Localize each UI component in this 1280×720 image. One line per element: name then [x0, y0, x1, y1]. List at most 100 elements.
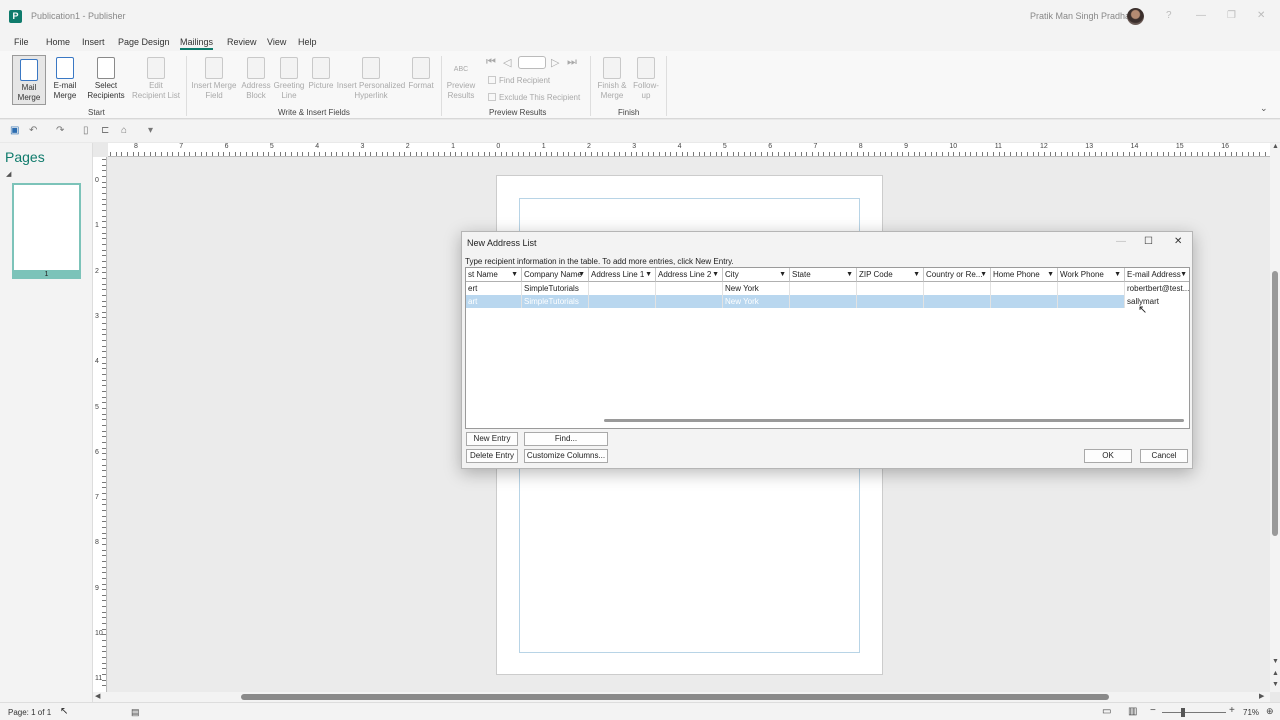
table-cell[interactable] — [857, 295, 924, 308]
select-recipients-button[interactable]: Select Recipients — [84, 57, 128, 101]
address-block-button[interactable]: Address Block — [240, 57, 272, 101]
dropdown-icon[interactable]: ▼ — [1180, 268, 1187, 281]
exclude-recipient-button[interactable]: Exclude This Recipient — [488, 93, 580, 102]
user-name[interactable]: Pratik Man Singh Pradhan — [1030, 11, 1135, 21]
table-cell[interactable] — [656, 295, 723, 308]
table-cell[interactable] — [924, 282, 991, 295]
table-cell[interactable]: New York — [723, 295, 790, 308]
find-recipient-button[interactable]: Find Recipient — [488, 76, 550, 85]
greeting-line-button[interactable]: Greeting Line — [273, 57, 305, 101]
picture-button[interactable]: Picture — [306, 57, 336, 91]
object-position-icon[interactable]: ▤ — [131, 707, 140, 718]
table-cell[interactable] — [991, 282, 1058, 295]
avatar[interactable] — [1127, 8, 1144, 25]
table-cell[interactable] — [589, 295, 656, 308]
mail-merge-button[interactable]: Mail Merge — [12, 55, 46, 105]
collapse-ribbon-icon[interactable]: ⌄ — [1260, 103, 1268, 114]
page-thumbnail[interactable] — [12, 183, 81, 279]
zoom-out-icon[interactable]: − — [1150, 705, 1156, 716]
table-cell[interactable] — [991, 295, 1058, 308]
fit-page-icon[interactable]: ⊕ — [1266, 706, 1274, 717]
table-cell[interactable] — [857, 282, 924, 295]
email-merge-button[interactable]: E-mail Merge — [49, 57, 81, 101]
scroll-right-icon[interactable]: ▶ — [1259, 692, 1264, 700]
dropdown-icon[interactable]: ▼ — [846, 268, 853, 281]
dropdown-icon[interactable]: ▼ — [712, 268, 719, 281]
address-table[interactable]: st Name ▼ Company Name ▼ Address Line 1 ▼ A… — [465, 267, 1190, 429]
table-horizontal-scrollbar[interactable] — [604, 419, 1184, 422]
tab-home[interactable]: Home — [46, 37, 70, 47]
column-header-zip-code[interactable]: ZIP Code ▼ — [857, 268, 924, 282]
tab-review[interactable]: Review — [227, 37, 257, 47]
zoom-level[interactable]: 71% — [1243, 708, 1259, 717]
customize-columns-button[interactable]: Customize Columns... — [524, 449, 608, 463]
vertical-scroll-thumb[interactable] — [1272, 271, 1278, 536]
last-record-icon[interactable]: ⏭ — [567, 56, 577, 69]
next-record-icon[interactable]: ▷ — [551, 56, 559, 69]
next-page-icon[interactable]: ▼ — [1272, 681, 1279, 688]
scroll-up-icon[interactable]: ▲ — [1272, 143, 1279, 150]
table-cell[interactable]: art — [466, 295, 522, 308]
minimize-button[interactable]: — — [1196, 10, 1206, 21]
find-button[interactable]: Find... — [524, 432, 608, 446]
table-cell[interactable] — [1058, 282, 1125, 295]
close-button[interactable]: ✕ — [1257, 10, 1265, 21]
zoom-slider-knob[interactable] — [1181, 708, 1185, 717]
new-file-icon[interactable]: ▯ — [83, 125, 89, 136]
help-icon[interactable]: ? — [1166, 10, 1172, 21]
cancel-button[interactable]: Cancel — [1140, 449, 1188, 463]
dropdown-icon[interactable]: ▼ — [913, 268, 920, 281]
delete-entry-button[interactable]: Delete Entry — [466, 449, 518, 463]
table-cell[interactable]: New York — [723, 282, 790, 295]
column-header-email-address[interactable]: E-mail Address ▼ — [1125, 268, 1189, 282]
first-record-icon[interactable]: ⏮ — [486, 56, 496, 69]
two-page-view-icon[interactable]: ▥ — [1128, 706, 1137, 717]
column-header-address-line-1[interactable]: Address Line 1 ▼ — [589, 268, 656, 282]
collapse-pane-icon[interactable]: ◢ — [6, 170, 11, 178]
column-header-state[interactable]: State ▼ — [790, 268, 857, 282]
horizontal-scroll-thumb[interactable] — [241, 694, 1109, 700]
insert-merge-field-button[interactable]: Insert Merge Field — [190, 57, 238, 101]
table-cell[interactable]: ert — [466, 282, 522, 295]
table-cell[interactable] — [1058, 295, 1125, 308]
vertical-ruler[interactable]: 0 1 2 3 4 5 6 7 8 9 10 11 — [93, 157, 107, 692]
dialog-minimize-button[interactable]: — — [1116, 236, 1126, 247]
dialog-close-button[interactable]: ✕ — [1174, 236, 1182, 247]
tab-file[interactable]: File — [14, 37, 29, 47]
horizontal-scrollbar[interactable]: ◀ ▶ — [93, 692, 1270, 702]
dropdown-icon[interactable]: ▼ — [980, 268, 987, 281]
insert-personalized-hyperlink-button[interactable]: Insert Personalized Hyperlink — [336, 57, 406, 101]
ok-button[interactable]: OK — [1084, 449, 1132, 463]
tab-page-design[interactable]: Page Design — [118, 37, 170, 47]
table-cell[interactable] — [589, 282, 656, 295]
column-header-country[interactable]: Country or Re... ▼ — [924, 268, 991, 282]
table-cell[interactable]: SimpleTutorials — [522, 282, 589, 295]
new-entry-button[interactable]: New Entry — [466, 432, 518, 446]
save-icon[interactable]: ▣ — [10, 125, 19, 136]
scroll-down-icon[interactable]: ▼ — [1272, 658, 1279, 665]
tab-help[interactable]: Help — [298, 37, 317, 47]
dropdown-icon[interactable]: ▼ — [511, 268, 518, 281]
tab-insert[interactable]: Insert — [82, 37, 105, 47]
record-number-input[interactable] — [518, 56, 546, 69]
dropdown-icon[interactable]: ▼ — [1114, 268, 1121, 281]
undo-icon[interactable]: ↶ — [29, 125, 37, 136]
email-cell-editing[interactable]: sallymart — [1125, 295, 1189, 308]
tab-mailings[interactable]: Mailings — [180, 37, 214, 50]
zoom-in-icon[interactable]: + — [1229, 705, 1235, 716]
dialog-maximize-button[interactable]: ☐ — [1144, 236, 1153, 247]
zoom-slider[interactable] — [1162, 712, 1226, 713]
table-cell[interactable]: robertbert@test... — [1125, 282, 1189, 295]
table-cell[interactable] — [790, 295, 857, 308]
dropdown-icon[interactable]: ▼ — [1047, 268, 1054, 281]
column-header-work-phone[interactable]: Work Phone ▼ — [1058, 268, 1125, 282]
column-header-home-phone[interactable]: Home Phone ▼ — [991, 268, 1058, 282]
edit-recipient-list-button[interactable]: Edit Recipient List — [130, 57, 182, 101]
dropdown-icon[interactable]: ▼ — [779, 268, 786, 281]
dropdown-icon[interactable]: ▼ — [645, 268, 652, 281]
format-painter-icon[interactable]: ⌂ — [121, 125, 127, 136]
table-cell[interactable]: SimpleTutorials — [522, 295, 589, 308]
redo-icon[interactable]: ↷ — [56, 125, 64, 136]
table-cell[interactable] — [924, 295, 991, 308]
horizontal-ruler[interactable]: 8 7 6 5 4 3 2 1 0 1 2 3 4 5 6 7 8 9 10 11 12 13 14 15 16 — [108, 143, 1270, 157]
